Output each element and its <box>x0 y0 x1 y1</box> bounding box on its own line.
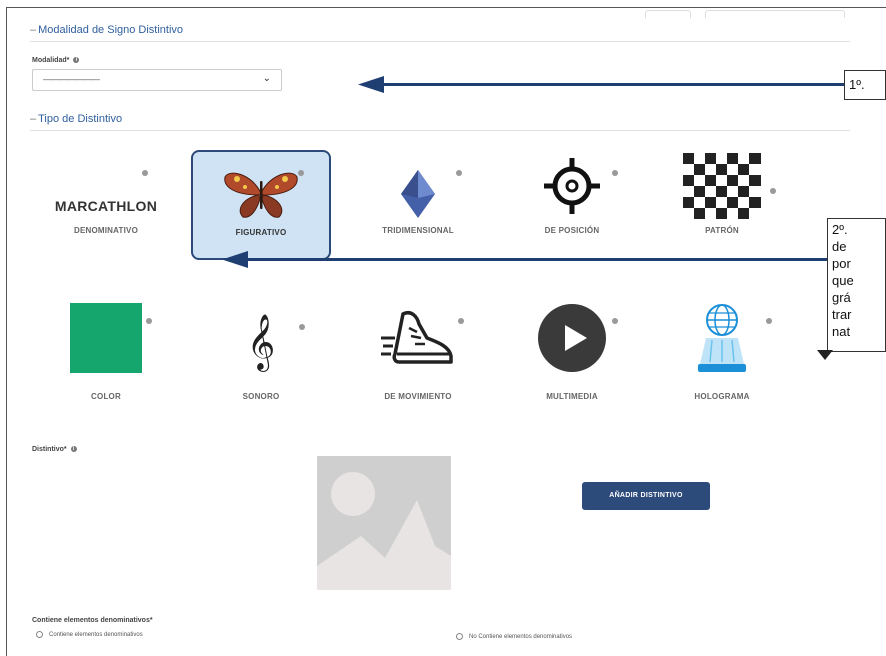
denominativos-question: Contiene elementos denominativos* <box>32 617 153 624</box>
tile-sonoro[interactable]: 𝄞 SONORO <box>191 296 331 406</box>
arrow-2-line <box>245 258 847 261</box>
add-distintivo-button[interactable]: AÑADIR DISTINTIVO <box>582 482 710 510</box>
color-swatch-icon <box>70 303 142 373</box>
modalidad-section-title[interactable]: – Modalidad de Signo Distintivo <box>30 24 183 36</box>
tile-de-movimiento[interactable]: DE MOVIMIENTO <box>348 296 488 406</box>
diamond-3d-icon <box>401 170 435 218</box>
tile-label: SONORO <box>242 392 280 401</box>
tile-holograma[interactable]: HOLOGRAMA <box>652 296 792 406</box>
callout-first: 1º. <box>844 70 886 100</box>
info-icon[interactable]: i <box>73 57 80 64</box>
distintivo-label: Distintivo* i <box>32 446 77 453</box>
collapse-icon[interactable]: – <box>30 24 36 36</box>
arrow-2-head-icon <box>222 251 248 268</box>
tipo-section-title[interactable]: – Tipo de Distintivo <box>30 113 122 125</box>
tile-label: DE MOVIMIENTO <box>384 392 452 401</box>
tile-denominativo[interactable]: MARCATHLON DENOMINATIVO <box>36 150 176 260</box>
more-caret-down-icon[interactable] <box>817 350 833 360</box>
tile-label: DENOMINATIVO <box>73 226 139 235</box>
treble-clef-icon: 𝄞 <box>246 314 276 370</box>
tile-multimedia[interactable]: MULTIMEDIA <box>502 296 642 406</box>
collapse-icon[interactable]: – <box>30 113 36 125</box>
tile-label: FIGURATIVO <box>235 228 287 237</box>
tile-label: DE POSICIÓN <box>544 226 600 235</box>
tile-label: HOLOGRAMA <box>694 392 750 401</box>
tile-patron[interactable]: PATRÓN <box>652 150 792 260</box>
tile-figurativo[interactable]: FIGURATIVO <box>191 150 331 260</box>
running-shoe-icon <box>381 311 453 364</box>
info-dot-icon[interactable] <box>142 170 148 176</box>
tile-label: TRIDIMENSIONAL <box>382 226 454 235</box>
tile-color[interactable]: COLOR <box>36 296 176 406</box>
callout-second: 2º. de por que grá trar nat <box>827 218 886 352</box>
tile-label: COLOR <box>91 392 121 401</box>
tile-tridimensional[interactable]: TRIDIMENSIONAL <box>348 150 488 260</box>
arrow-1-head-icon <box>358 76 384 93</box>
modalidad-label: Modalidad* i <box>32 57 80 64</box>
arrow-1-line <box>380 83 846 86</box>
option-no-contiene[interactable]: No Contiene elementos denominativos <box>456 633 572 640</box>
image-placeholder-icon <box>317 456 451 590</box>
modalidad-select[interactable]: ——————— ⌄ <box>32 69 282 91</box>
checker-pattern-icon <box>683 153 761 219</box>
radio-contiene[interactable] <box>36 631 43 638</box>
radio-no-contiene[interactable] <box>456 633 463 640</box>
hologram-globe-icon <box>698 304 746 372</box>
crosshair-icon <box>544 158 600 214</box>
chevron-down-icon: ⌄ <box>262 73 271 84</box>
option-contiene[interactable]: Contiene elementos denominativos <box>36 631 143 638</box>
tile-label: MULTIMEDIA <box>546 392 598 401</box>
modalidad-divider <box>30 41 850 42</box>
top-tab-1[interactable] <box>645 10 691 18</box>
tipo-divider <box>30 130 850 131</box>
butterfly-icon <box>224 172 298 218</box>
play-icon <box>538 304 606 372</box>
tile-label: PATRÓN <box>705 226 739 235</box>
marcathlon-sample-text: MARCATHLON <box>54 198 158 214</box>
top-tab-2[interactable] <box>705 10 845 18</box>
tile-de-posicion[interactable]: DE POSICIÓN <box>502 150 642 260</box>
info-icon[interactable]: i <box>70 446 77 453</box>
